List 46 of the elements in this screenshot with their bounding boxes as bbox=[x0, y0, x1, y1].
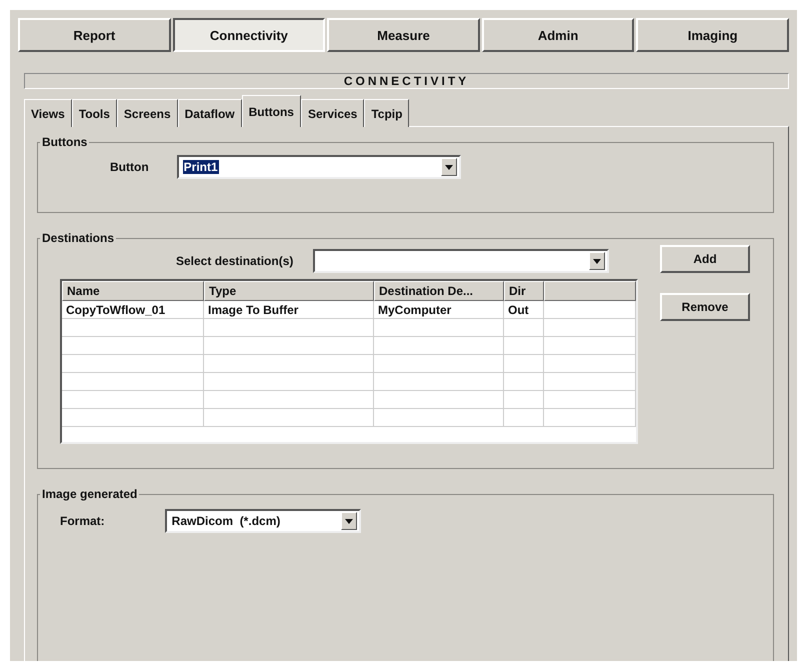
format-dropdown[interactable]: RawDicom (*.dcm) bbox=[164, 509, 361, 533]
field-label: Format: bbox=[60, 514, 105, 528]
sub-tab[interactable]: Tools bbox=[72, 99, 117, 127]
sub-tab[interactable]: Services bbox=[300, 99, 364, 127]
sub-tab[interactable]: Buttons bbox=[242, 95, 301, 127]
group-title: Buttons bbox=[41, 135, 88, 149]
table-cell bbox=[504, 391, 544, 409]
dropdown-button[interactable] bbox=[440, 158, 457, 176]
button-dropdown[interactable]: Print1 bbox=[176, 155, 461, 179]
destination-dropdown[interactable] bbox=[313, 249, 610, 273]
dropdown-button[interactable] bbox=[340, 512, 357, 530]
table-cell bbox=[504, 337, 544, 355]
column-header[interactable]: Name bbox=[62, 281, 204, 301]
table-cell: CopyToWflow_01 bbox=[62, 301, 204, 319]
sub-tab[interactable]: Dataflow bbox=[178, 99, 242, 127]
dropdown-button[interactable] bbox=[589, 252, 606, 270]
main-tab[interactable]: Connectivity bbox=[172, 18, 326, 52]
field-label: Button bbox=[110, 160, 149, 174]
caret-icon bbox=[444, 164, 453, 170]
table-cell bbox=[504, 319, 544, 337]
caret-icon bbox=[344, 518, 353, 524]
group-title: Image generated bbox=[41, 487, 138, 501]
sub-tab[interactable]: Views bbox=[24, 99, 72, 127]
table-cell: Out bbox=[504, 301, 544, 319]
table-cell bbox=[504, 409, 544, 427]
section-header: CONNECTIVITY bbox=[24, 73, 789, 89]
column-header[interactable]: Dir bbox=[504, 281, 544, 301]
table-cell: MyComputer bbox=[374, 301, 504, 319]
main-tab[interactable]: Measure bbox=[327, 18, 480, 52]
remove-button[interactable]: Remove bbox=[660, 293, 750, 321]
main-tab[interactable]: Report bbox=[18, 18, 171, 52]
add-button[interactable]: Add bbox=[660, 245, 750, 273]
sub-tab[interactable]: Screens bbox=[116, 99, 178, 127]
caret-icon bbox=[593, 258, 602, 264]
column-header[interactable]: Destination De... bbox=[374, 281, 504, 301]
table-cell: Image To Buffer bbox=[204, 301, 374, 319]
dropdown-value: Print1 bbox=[182, 160, 219, 174]
table-cell bbox=[504, 355, 544, 373]
column-header[interactable]: Type bbox=[204, 281, 374, 301]
group-title: Destinations bbox=[41, 231, 116, 245]
sub-tab[interactable]: Tcpip bbox=[364, 99, 410, 127]
dropdown-value: RawDicom (*.dcm) bbox=[170, 514, 282, 528]
field-label: Select destination(s) bbox=[176, 254, 294, 268]
main-tab[interactable]: Admin bbox=[482, 18, 634, 52]
main-tab[interactable]: Imaging bbox=[636, 18, 789, 52]
table-cell bbox=[504, 373, 544, 391]
